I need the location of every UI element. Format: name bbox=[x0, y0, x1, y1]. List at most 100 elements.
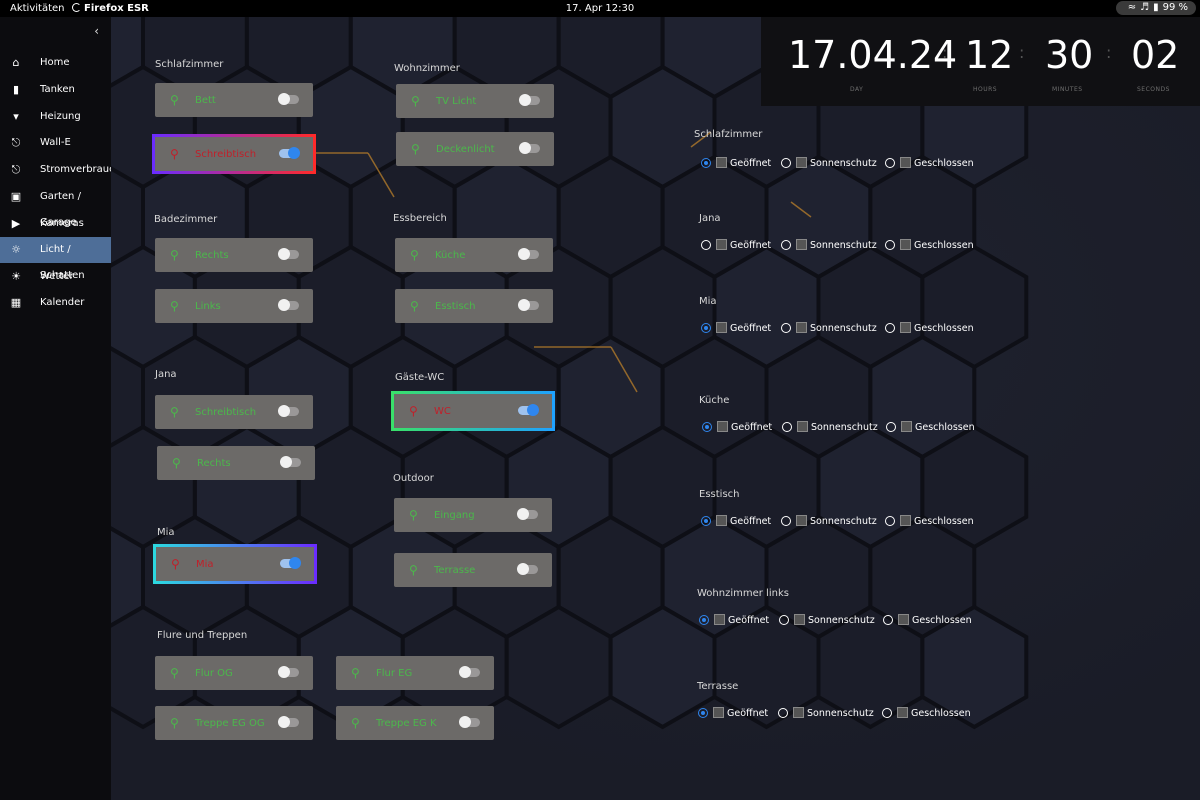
sidebar-item-garten-garage[interactable]: ▣ Garten / Garage bbox=[0, 184, 111, 228]
shade-radio[interactable] bbox=[779, 615, 789, 625]
sidebar-item-licht-schatten[interactable]: ☼ Licht / Schatten bbox=[0, 237, 111, 281]
system-tray[interactable]: ≈ ♬ ▮ 99 % bbox=[1115, 1, 1196, 15]
light-card-kueche[interactable]: ⚲ Küche bbox=[395, 238, 553, 272]
light-card-bad-links[interactable]: ⚲ Links bbox=[155, 289, 313, 323]
clock-separator: : bbox=[942, 43, 948, 62]
shade-option-row: Geöffnet Sonnenschutz Geschlossen bbox=[698, 707, 988, 722]
chevron-left-icon[interactable]: ‹ bbox=[94, 24, 99, 38]
shade-radio[interactable] bbox=[885, 323, 895, 333]
light-card-esstisch[interactable]: ⚲ Esstisch bbox=[395, 289, 553, 323]
sun-icon: ☀ bbox=[11, 270, 21, 283]
lightbulb-icon: ⚲ bbox=[171, 557, 180, 571]
light-card-bad-rechts[interactable]: ⚲ Rechts bbox=[155, 238, 313, 272]
toggle-knob bbox=[278, 299, 290, 311]
light-toggle[interactable] bbox=[518, 248, 539, 260]
shade-radio[interactable] bbox=[882, 708, 892, 718]
shutter-icon bbox=[716, 322, 727, 333]
shade-radio[interactable] bbox=[781, 240, 791, 250]
clock-minutes-label: MINUTES bbox=[1052, 86, 1083, 93]
shade-radio[interactable] bbox=[885, 240, 895, 250]
shade-option-label: Sonnenschutz bbox=[810, 158, 877, 169]
light-toggle[interactable] bbox=[517, 563, 538, 575]
light-toggle[interactable] bbox=[278, 666, 299, 678]
light-card-eingang[interactable]: ⚲ Eingang bbox=[394, 498, 552, 532]
light-toggle[interactable] bbox=[279, 147, 300, 159]
shade-radio[interactable] bbox=[781, 158, 791, 168]
shade-radio[interactable] bbox=[701, 158, 711, 168]
light-toggle[interactable] bbox=[280, 557, 301, 569]
shade-radio[interactable] bbox=[778, 708, 788, 718]
light-card-wc[interactable]: ⚲ WC bbox=[391, 391, 555, 431]
light-label: Treppe EG K bbox=[376, 718, 437, 729]
light-card-deckenlicht[interactable]: ⚲ Deckenlicht bbox=[396, 132, 554, 166]
sidebar-item-kalender[interactable]: ▦ Kalender bbox=[0, 290, 111, 316]
light-card-treppe-eg-og[interactable]: ⚲ Treppe EG OG bbox=[155, 706, 313, 740]
light-toggle[interactable] bbox=[459, 716, 480, 728]
shutter-icon bbox=[716, 157, 727, 168]
shutter-icon bbox=[901, 421, 912, 432]
clock-date: 17.04.24 bbox=[788, 33, 958, 77]
fuel-icon: ▮ bbox=[12, 83, 20, 96]
light-card-terrasse[interactable]: ⚲ Terrasse bbox=[394, 553, 552, 587]
light-label: TV Licht bbox=[436, 96, 477, 107]
sidebar-item-tanken[interactable]: ▮ Tanken bbox=[0, 77, 111, 103]
clock-hours-label: HOURS bbox=[973, 86, 998, 93]
light-card-jana-rechts[interactable]: ⚲ Rechts bbox=[157, 446, 315, 480]
shutter-icon bbox=[796, 157, 807, 168]
shade-radio[interactable] bbox=[702, 422, 712, 432]
light-card-treppe-eg-k[interactable]: ⚲ Treppe EG K bbox=[336, 706, 494, 740]
shade-radio[interactable] bbox=[782, 422, 792, 432]
shade-radio[interactable] bbox=[885, 516, 895, 526]
shade-option-label: Geöffnet bbox=[728, 615, 770, 626]
toggle-knob bbox=[518, 299, 530, 311]
shade-radio[interactable] bbox=[885, 158, 895, 168]
light-toggle[interactable] bbox=[278, 248, 299, 260]
light-toggle[interactable] bbox=[517, 508, 538, 520]
shade-radio[interactable] bbox=[699, 615, 709, 625]
system-clock[interactable]: 17. Apr 12:30 bbox=[0, 3, 1200, 14]
light-card-jana-schreibtisch[interactable]: ⚲ Schreibtisch bbox=[155, 395, 313, 429]
sidebar-item-home[interactable]: ⌂ Home bbox=[0, 50, 111, 76]
light-toggle[interactable] bbox=[518, 299, 539, 311]
main-area: 17.04.24 : 12 : 30 : 02 DAY HOURS MINUTE… bbox=[111, 17, 1200, 800]
light-toggle[interactable] bbox=[278, 716, 299, 728]
sidebar-item-stromverbrauch[interactable]: ⎋ Stromverbrauch bbox=[0, 157, 121, 183]
light-card-bett[interactable]: ⚲ Bett bbox=[155, 83, 313, 117]
power-plug-icon: ⎋ bbox=[11, 163, 21, 176]
light-toggle[interactable] bbox=[459, 666, 480, 678]
light-toggle[interactable] bbox=[278, 93, 299, 105]
shade-radio[interactable] bbox=[701, 323, 711, 333]
sidebar-item-label: Wall-E bbox=[40, 137, 71, 148]
section-title-essbereich: Essbereich bbox=[393, 213, 447, 224]
light-card-schreibtisch[interactable]: ⚲ Schreibtisch bbox=[152, 134, 316, 174]
shade-radio[interactable] bbox=[883, 615, 893, 625]
toggle-knob bbox=[278, 716, 290, 728]
shade-radio[interactable] bbox=[701, 516, 711, 526]
light-toggle[interactable] bbox=[278, 405, 299, 417]
light-toggle[interactable] bbox=[519, 94, 540, 106]
shade-option-label: Geschlossen bbox=[911, 708, 971, 719]
sidebar-item-kameras[interactable]: ▶ Kameras bbox=[0, 211, 111, 237]
shade-radio[interactable] bbox=[781, 516, 791, 526]
lightbulb-icon: ⚲ bbox=[409, 508, 418, 522]
lightbulb-icon: ⚲ bbox=[170, 405, 179, 419]
sidebar-item-heizung[interactable]: ▾ Heizung bbox=[0, 104, 111, 130]
shutter-icon bbox=[900, 239, 911, 250]
sidebar-item-wall-e[interactable]: ⎋ Wall-E bbox=[0, 130, 111, 156]
light-toggle[interactable] bbox=[519, 142, 540, 154]
sidebar-item-label: Heizung bbox=[40, 111, 81, 122]
shutter-icon bbox=[796, 322, 807, 333]
light-card-flur-eg[interactable]: ⚲ Flur EG bbox=[336, 656, 494, 690]
light-toggle[interactable] bbox=[278, 299, 299, 311]
light-toggle[interactable] bbox=[518, 404, 539, 416]
wifi-icon: ≈ bbox=[1127, 2, 1137, 13]
shade-radio[interactable] bbox=[701, 240, 711, 250]
sidebar-item-wetter[interactable]: ☀ Wetter bbox=[0, 264, 111, 290]
light-toggle[interactable] bbox=[280, 456, 301, 468]
shade-radio[interactable] bbox=[886, 422, 896, 432]
light-card-tv-licht[interactable]: ⚲ TV Licht bbox=[396, 84, 554, 118]
shade-radio[interactable] bbox=[698, 708, 708, 718]
light-card-mia[interactable]: ⚲ Mia bbox=[153, 544, 317, 584]
light-card-flur-og[interactable]: ⚲ Flur OG bbox=[155, 656, 313, 690]
shade-radio[interactable] bbox=[781, 323, 791, 333]
